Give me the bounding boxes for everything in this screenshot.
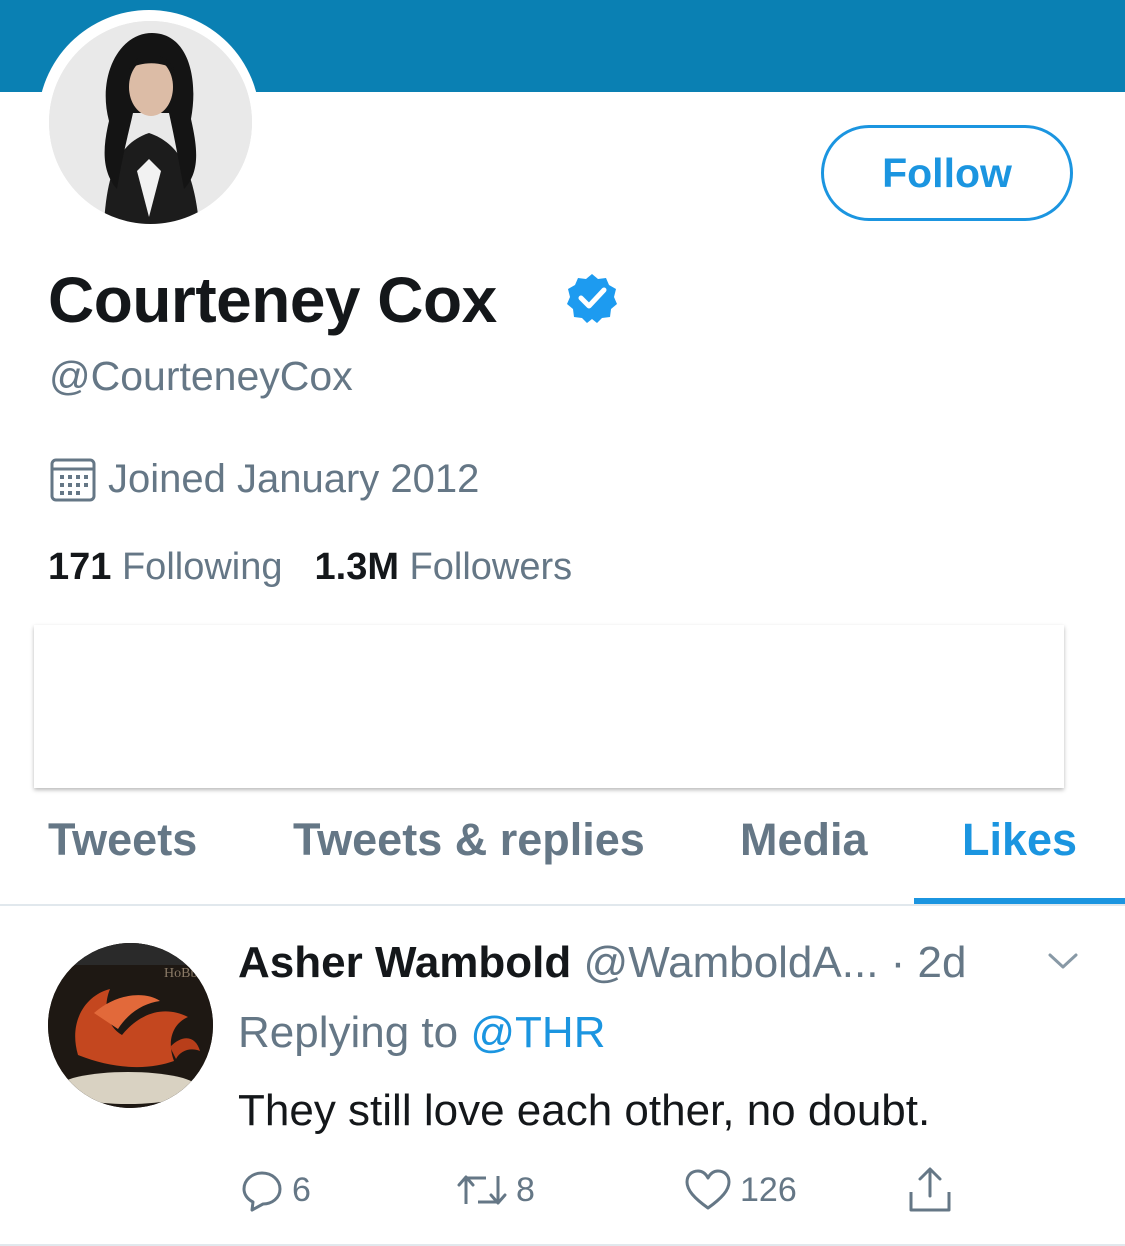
heart-icon — [685, 1169, 731, 1210]
chevron-down-icon[interactable] — [1046, 950, 1080, 972]
followers-label: Followers — [409, 546, 573, 588]
like-button[interactable]: 126 — [684, 1165, 797, 1215]
following-count: 171 — [48, 546, 112, 588]
empty-card — [34, 625, 1064, 788]
profile-stats: 171 Following 1.3M Followers — [48, 542, 572, 592]
tab-likes[interactable]: Likes — [962, 812, 1077, 868]
profile-photo — [49, 21, 252, 224]
reply-count: 6 — [292, 1170, 311, 1209]
tweet-author-handle[interactable]: @WamboldA... — [584, 938, 879, 987]
tweet-author-avatar[interactable]: HoBb — [48, 943, 213, 1108]
following-label: Following — [121, 546, 283, 588]
joined-date: Joined January 2012 — [108, 457, 480, 501]
verified-badge-icon — [567, 274, 617, 323]
like-count: 126 — [740, 1170, 797, 1209]
dragon-avatar-image: HoBb — [48, 943, 213, 1108]
tab-tweets[interactable]: Tweets — [48, 812, 197, 868]
active-tab-indicator — [914, 898, 1125, 904]
replying-prefix: Replying to — [238, 1008, 459, 1057]
follow-button[interactable]: Follow — [821, 125, 1073, 221]
tweet-timestamp[interactable]: · 2d — [891, 938, 967, 987]
display-name: Courteney Cox — [48, 264, 497, 336]
profile-handle: @CourteneyCox — [49, 353, 353, 399]
tweet-header: Asher Wambold @WamboldA... · 2d — [238, 934, 967, 992]
reply-icon — [242, 1171, 282, 1212]
avatar-title-text: HoBb — [164, 966, 197, 981]
tab-media[interactable]: Media — [740, 812, 868, 868]
tab-tweets-replies[interactable]: Tweets & replies — [293, 812, 645, 868]
tweet-text: They still love each other, no doubt. — [238, 1086, 931, 1135]
replying-mention-link[interactable]: @THR — [470, 1008, 605, 1057]
retweet-icon — [457, 1175, 507, 1205]
following-stat[interactable]: 171 Following — [48, 546, 283, 588]
tweet-author-name[interactable]: Asher Wambold — [238, 938, 571, 987]
retweet-button[interactable]: 8 — [456, 1165, 535, 1215]
share-button[interactable] — [906, 1165, 954, 1215]
calendar-icon — [50, 458, 96, 502]
profile-avatar[interactable] — [49, 21, 252, 224]
followers-count: 1.3M — [314, 546, 399, 588]
retweet-count: 8 — [516, 1170, 535, 1209]
profile-tabs: Tweets Tweets & replies Media Likes — [0, 790, 1125, 906]
reply-button[interactable]: 6 — [240, 1165, 311, 1215]
share-icon — [909, 1167, 951, 1212]
followers-stat[interactable]: 1.3M Followers — [315, 546, 573, 588]
replying-to-line: Replying to @THR — [238, 1004, 605, 1062]
